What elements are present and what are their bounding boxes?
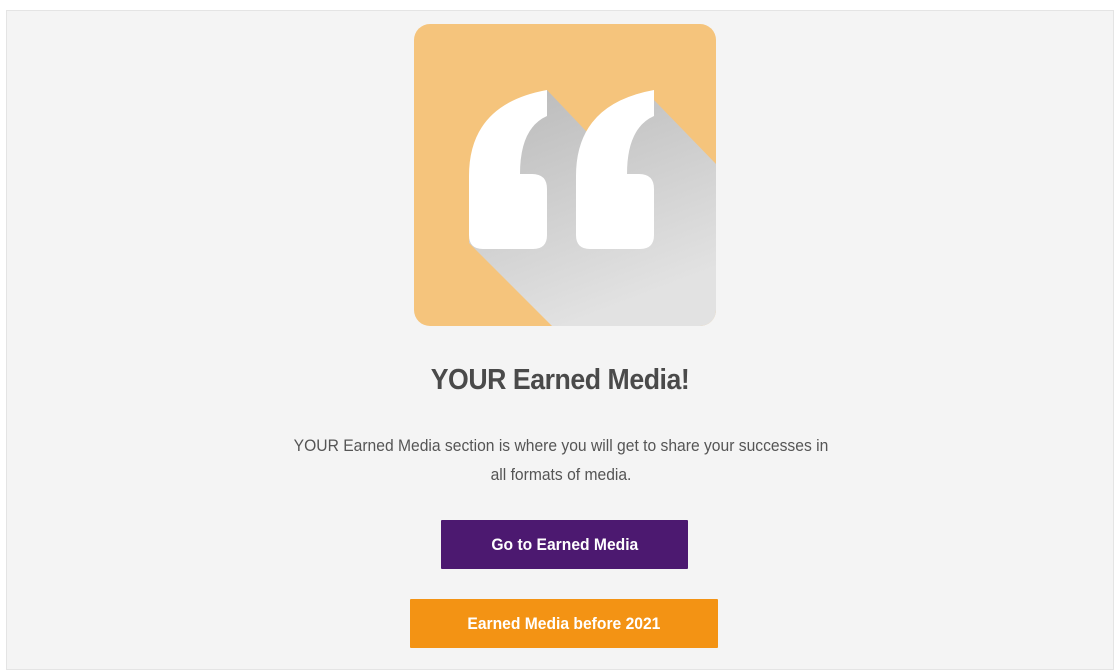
section-description: YOUR Earned Media section is where you w… (293, 436, 829, 484)
quote-marks-icon (414, 24, 716, 326)
earned-media-panel: YOUR Earned Media! YOUR Earned Media sec… (6, 10, 1114, 670)
earned-media-before-2021-label: Earned Media before 2021 (467, 613, 661, 633)
earned-media-before-2021-button[interactable]: Earned Media before 2021 (410, 599, 718, 648)
go-to-earned-media-button[interactable]: Go to Earned Media (441, 520, 688, 569)
page-title: YOUR Earned Media! (430, 364, 690, 396)
go-to-earned-media-label: Go to Earned Media (491, 534, 638, 554)
